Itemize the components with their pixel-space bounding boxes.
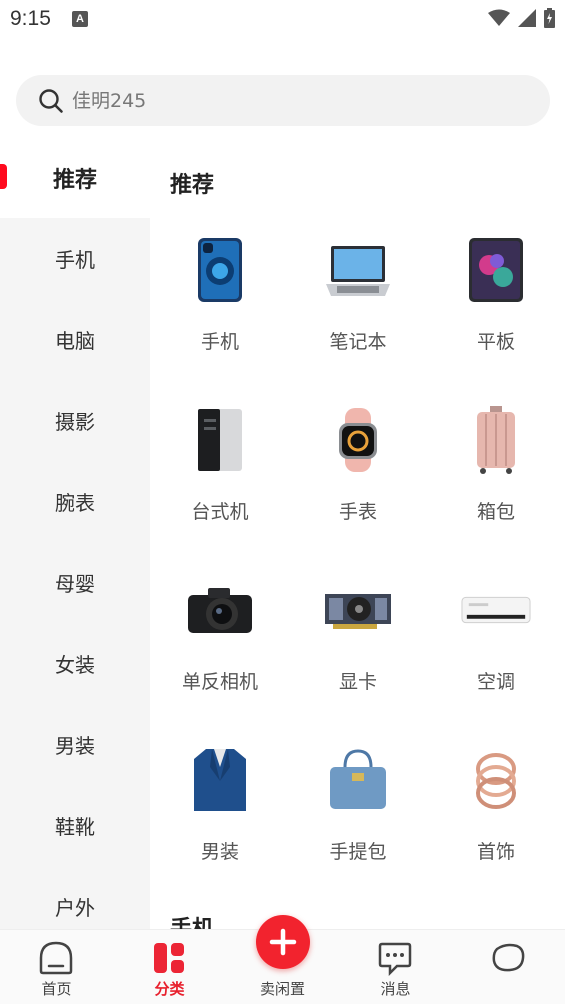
- category-tile-camera[interactable]: 单反相机: [151, 575, 289, 735]
- status-icons: [488, 8, 555, 28]
- category-tile-handbag[interactable]: 手提包: [289, 745, 427, 905]
- sidebar-item-label: 母婴: [55, 572, 95, 596]
- category-tile-aircon[interactable]: 空调: [427, 575, 565, 735]
- sidebar-item-mens[interactable]: 男装: [0, 704, 150, 785]
- sidebar-item-photography[interactable]: 摄影: [0, 380, 150, 461]
- wifi-icon: [488, 9, 510, 26]
- tile-label: 首饰: [476, 841, 515, 863]
- section-title-phones: 手机: [170, 911, 214, 929]
- tile-label: 显卡: [338, 671, 377, 693]
- category-tile-luggage[interactable]: 箱包: [427, 405, 565, 565]
- category-icon: [154, 943, 184, 973]
- tile-label: 单反相机: [181, 671, 258, 693]
- sidebar-item-label: 户外: [55, 896, 95, 920]
- search-icon: [39, 88, 63, 113]
- tile-label: 手机: [200, 331, 239, 353]
- home-icon: [39, 941, 73, 975]
- iphone-image: [185, 235, 255, 305]
- search-bar[interactable]: [16, 75, 550, 126]
- sidebar-item-label: 女装: [55, 653, 95, 677]
- search-input[interactable]: [72, 89, 492, 112]
- cell-signal-icon: [518, 9, 536, 27]
- category-tile-menswear[interactable]: 男装: [151, 745, 289, 905]
- category-tile-gpu[interactable]: 显卡: [289, 575, 427, 735]
- sidebar-item-watches[interactable]: 腕表: [0, 461, 150, 542]
- sidebar-item-phones[interactable]: 手机: [0, 218, 150, 299]
- sell-button[interactable]: [256, 915, 310, 969]
- tile-label: 台式机: [191, 501, 249, 523]
- nav-profile[interactable]: [452, 930, 565, 1004]
- sidebar-item-computers[interactable]: 电脑: [0, 299, 150, 380]
- nav-label: 分类: [154, 980, 185, 998]
- tile-label: 平板: [476, 331, 515, 353]
- sidebar-item-outdoor[interactable]: 户外: [0, 866, 150, 929]
- tablet-image: [461, 235, 531, 305]
- sidebar-item-label: 摄影: [55, 410, 95, 434]
- category-tile-laptop[interactable]: 笔记本: [289, 235, 427, 395]
- section-title: 推荐: [170, 173, 215, 198]
- sidebar-item-womens[interactable]: 女装: [0, 623, 150, 704]
- sidebar-item-label: 推荐: [52, 167, 97, 193]
- sidebar-item-recommend[interactable]: 推荐: [0, 137, 150, 218]
- plus-icon: [269, 928, 297, 956]
- blazer-image: [185, 745, 255, 815]
- category-tile-desktop[interactable]: 台式机: [151, 405, 289, 565]
- nav-category[interactable]: 分类: [113, 930, 226, 1004]
- tile-label: 箱包: [476, 501, 515, 523]
- desktop-tower-image: [185, 405, 255, 475]
- sidebar-item-label: 鞋靴: [55, 815, 95, 839]
- active-indicator: [0, 164, 7, 189]
- notification-icon: A: [72, 11, 88, 27]
- nav-label: 消息: [380, 980, 411, 998]
- status-time: 9:15: [10, 7, 51, 30]
- tile-label: 手表: [338, 501, 377, 523]
- laptop-image: [323, 235, 393, 305]
- profile-blob-icon: [492, 943, 525, 972]
- category-tile-tablet[interactable]: 平板: [427, 235, 565, 395]
- message-icon: [378, 942, 412, 976]
- category-content: 推荐 手机 笔记本 平板 台式机 手表 箱包 单反相机 显卡 空调 男装 手提包…: [150, 137, 565, 929]
- category-tile-phone[interactable]: 手机: [151, 235, 289, 395]
- nav-home[interactable]: 首页: [0, 930, 113, 1004]
- nav-label: 首页: [41, 980, 72, 998]
- sidebar-item-label: 手机: [55, 248, 95, 272]
- air-conditioner-image: [461, 575, 531, 645]
- smartwatch-image: [323, 405, 393, 475]
- sidebar-item-label: 电脑: [55, 329, 95, 353]
- tile-label: 手提包: [329, 841, 387, 863]
- suitcase-image: [461, 405, 531, 475]
- sidebar-item-label: 腕表: [55, 491, 95, 515]
- tile-label: 男装: [200, 841, 239, 863]
- category-sidebar: 推荐 手机 电脑 摄影 腕表 母婴 女装 男装 鞋靴 户外: [0, 137, 150, 929]
- graphics-card-image: [323, 575, 393, 645]
- sidebar-item-baby[interactable]: 母婴: [0, 542, 150, 623]
- dslr-camera-image: [185, 575, 255, 645]
- nav-label: 卖闲置: [259, 980, 305, 998]
- ring-image: [461, 745, 531, 815]
- tile-label: 空调: [476, 671, 515, 693]
- tile-label: 笔记本: [329, 331, 387, 353]
- sidebar-item-label: 男装: [55, 734, 95, 758]
- category-tile-watch[interactable]: 手表: [289, 405, 427, 565]
- battery-icon: [544, 8, 555, 28]
- status-bar: 9:15 A: [0, 0, 565, 40]
- nav-messages[interactable]: 消息: [339, 930, 452, 1004]
- category-tile-jewelry[interactable]: 首饰: [427, 745, 565, 905]
- handbag-image: [323, 745, 393, 815]
- sidebar-item-shoes[interactable]: 鞋靴: [0, 785, 150, 866]
